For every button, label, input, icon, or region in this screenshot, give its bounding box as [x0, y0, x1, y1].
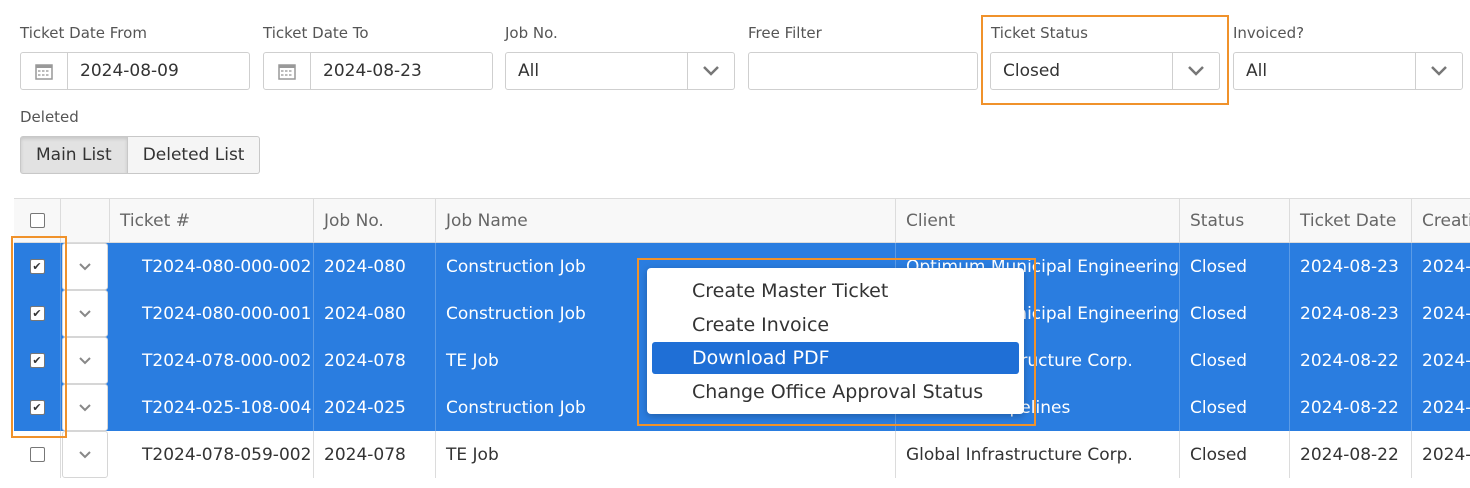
ticket-cell: T2024-025-108-004	[110, 384, 314, 431]
status-cell: Closed	[1180, 384, 1290, 431]
job-no-cell: 2024-025	[314, 384, 436, 431]
expander-header	[61, 199, 110, 242]
row-expand-button[interactable]	[62, 431, 108, 478]
job-no-value: All	[518, 61, 540, 81]
chevron-down-icon	[79, 262, 91, 270]
job-no-cell: 2024-080	[314, 290, 436, 337]
ticket-date-to-value[interactable]: 2024-08-23	[311, 53, 422, 89]
ticket-date-from-value[interactable]: 2024-08-09	[68, 53, 179, 89]
ticket-date-cell: 2024-08-23	[1290, 243, 1412, 290]
free-filter-label: Free Filter	[748, 24, 822, 42]
chevron-down-icon	[79, 356, 91, 364]
context-menu: Create Master Ticket Create Invoice Down…	[647, 268, 1024, 414]
ticket-date-cell: 2024-08-22	[1290, 337, 1412, 384]
job-no-cell: 2024-078	[314, 337, 436, 384]
row-expand-button[interactable]	[62, 384, 108, 431]
row-expand-button[interactable]	[62, 337, 108, 384]
invoiced-value: All	[1246, 61, 1268, 81]
client-cell: Global Infrastructure Corp.	[896, 431, 1180, 478]
column-header-job-name[interactable]: Job Name	[436, 199, 896, 242]
selected-checkboxes-highlight	[11, 236, 67, 438]
job-no-cell: 2024-078	[314, 431, 436, 478]
calendar-icon[interactable]	[21, 53, 68, 89]
chevron-down-icon	[79, 309, 91, 317]
row-checkbox[interactable]	[29, 447, 45, 462]
ticket-status-select[interactable]: Closed	[990, 52, 1220, 90]
invoiced-select[interactable]: All	[1233, 52, 1463, 90]
deleted-label: Deleted	[20, 108, 79, 126]
chevron-down-icon[interactable]	[1415, 53, 1462, 89]
row-select-cell	[14, 431, 61, 478]
job-no-cell: 2024-080	[314, 243, 436, 290]
chevron-down-icon[interactable]	[687, 53, 734, 89]
creation-cell: 2024-0	[1422, 256, 1470, 277]
ticket-cell: T2024-080-000-001	[110, 290, 314, 337]
ticket-date-from-field[interactable]: 2024-08-09	[20, 52, 250, 90]
ticket-status-label: Ticket Status	[991, 24, 1088, 42]
column-header-job-no[interactable]: Job No.	[314, 199, 436, 242]
ticket-date-to-field[interactable]: 2024-08-23	[263, 52, 493, 90]
deleted-list-button[interactable]: Deleted List	[127, 136, 261, 174]
column-header-status[interactable]: Status	[1180, 199, 1290, 242]
creation-cell: 2024-0	[1422, 303, 1470, 324]
row-expand-button[interactable]	[62, 290, 108, 337]
job-no-select[interactable]: All	[505, 52, 735, 90]
menu-item-create-master-ticket[interactable]: Create Master Ticket	[652, 275, 1019, 307]
job-no-label: Job No.	[505, 24, 558, 42]
column-header-creation[interactable]: Creatio	[1412, 199, 1470, 242]
ticket-date-cell: 2024-08-22	[1290, 384, 1412, 431]
menu-item-create-invoice[interactable]: Create Invoice	[652, 309, 1019, 341]
free-filter-input[interactable]	[748, 52, 978, 90]
menu-item-change-office-approval-status[interactable]: Change Office Approval Status	[652, 376, 1019, 408]
column-header-ticket-date[interactable]: Ticket Date	[1290, 199, 1412, 242]
ticket-cell: T2024-078-000-002	[110, 337, 314, 384]
ticket-date-from-label: Ticket Date From	[20, 24, 147, 42]
column-header-ticket[interactable]: Ticket #	[110, 199, 314, 242]
row-expand-button[interactable]	[62, 243, 108, 290]
menu-item-download-pdf[interactable]: Download PDF	[652, 342, 1019, 374]
status-cell: Closed	[1180, 243, 1290, 290]
status-cell: Closed	[1180, 290, 1290, 337]
column-header-client[interactable]: Client	[896, 199, 1180, 242]
deleted-toggle-group: Main List Deleted List	[20, 136, 261, 174]
creation-cell: 2024-0	[1422, 444, 1470, 465]
grid-header-row: Ticket # Job No. Job Name Client Status …	[14, 198, 1470, 243]
chevron-down-icon	[79, 450, 91, 458]
creation-cell: 2024-0	[1422, 350, 1470, 371]
ticket-date-cell: 2024-08-23	[1290, 290, 1412, 337]
ticket-date-cell: 2024-08-22	[1290, 431, 1412, 478]
creation-cell: 2024-0	[1422, 397, 1470, 418]
chevron-down-icon[interactable]	[1172, 53, 1219, 89]
calendar-icon[interactable]	[264, 53, 311, 89]
table-row[interactable]: T2024-078-059-002 2024-078 TE Job Global In…	[14, 431, 1470, 478]
main-list-button[interactable]: Main List	[20, 136, 128, 174]
job-name-cell: TE Job	[436, 431, 896, 478]
ticket-date-to-label: Ticket Date To	[263, 24, 369, 42]
ticket-status-value: Closed	[1003, 61, 1061, 81]
select-all-checkbox[interactable]	[29, 213, 45, 228]
status-cell: Closed	[1180, 431, 1290, 478]
status-cell: Closed	[1180, 337, 1290, 384]
chevron-down-icon	[79, 403, 91, 411]
invoiced-label: Invoiced?	[1233, 24, 1305, 42]
ticket-cell: T2024-078-059-002	[110, 431, 314, 478]
ticket-cell: T2024-080-000-002	[110, 243, 314, 290]
